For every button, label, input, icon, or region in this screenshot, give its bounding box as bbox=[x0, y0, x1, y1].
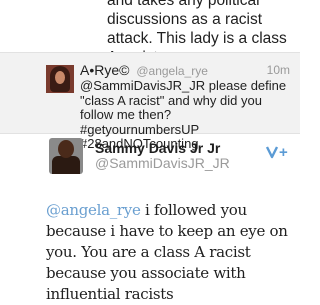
reply-tweet[interactable]: A•Rye© @angela_rye 10m @SammiDavisJR_JR … bbox=[0, 52, 300, 151]
reply-avatar[interactable] bbox=[46, 65, 74, 93]
avatar-head-shape bbox=[58, 140, 74, 158]
main-author-handle[interactable]: @SammiDavisJR_JR bbox=[95, 155, 230, 171]
main-avatar[interactable] bbox=[49, 138, 83, 174]
reply-timestamp: 10m bbox=[266, 63, 290, 77]
mention-link[interactable]: @angela_rye bbox=[46, 201, 141, 219]
avatar-face-shape bbox=[55, 71, 65, 84]
reply-author-handle[interactable]: @angela_rye bbox=[136, 64, 208, 78]
reply-author-name[interactable]: A•Rye© bbox=[80, 62, 129, 78]
google-plus-label: + bbox=[279, 144, 288, 161]
main-author-name[interactable]: Sammy Davis Jr Jr bbox=[95, 140, 220, 156]
main-tweet-text: @angela_rye i followed you because i hav… bbox=[46, 200, 300, 305]
google-plus-icon[interactable]: + bbox=[265, 144, 288, 161]
google-plus-g-icon bbox=[265, 146, 279, 159]
avatar-body-shape bbox=[52, 156, 80, 174]
reply-header: A•Rye© @angela_rye bbox=[80, 62, 208, 78]
